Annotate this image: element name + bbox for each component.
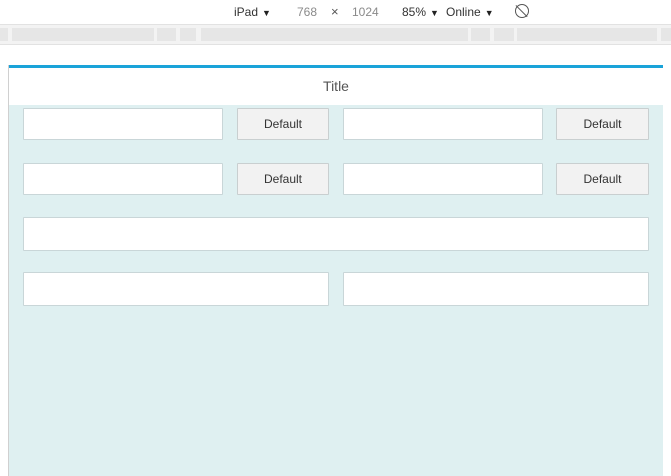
default-button-1[interactable]: Default (237, 108, 329, 140)
text-input-full[interactable] (23, 217, 649, 251)
ruler-segment[interactable] (661, 28, 671, 41)
text-input-4[interactable] (343, 163, 543, 195)
ruler-segment[interactable] (494, 28, 514, 41)
network-label: Online (446, 5, 481, 19)
text-input-1[interactable] (23, 108, 223, 140)
network-select[interactable]: Online ▼ (446, 5, 494, 19)
ruler-segment[interactable] (471, 28, 490, 41)
rotate-icon[interactable] (515, 4, 529, 18)
ruler-segment[interactable] (12, 28, 154, 41)
default-button-2[interactable]: Default (556, 108, 649, 140)
zoom-select[interactable]: 85% ▼ (402, 5, 439, 19)
dimension-separator: × (331, 4, 339, 19)
caret-down-icon: ▼ (484, 8, 494, 18)
width-input[interactable]: 768 (297, 5, 317, 19)
device-viewport: Title Default Default Default Default (8, 65, 663, 476)
media-query-ruler (0, 24, 671, 45)
ruler-segment[interactable] (157, 28, 176, 41)
ruler-segment[interactable] (180, 28, 196, 41)
device-select[interactable]: iPad ▼ (234, 5, 271, 19)
ruler-segment[interactable] (0, 28, 8, 41)
text-input-5[interactable] (23, 272, 329, 306)
device-label: iPad (234, 5, 259, 19)
page-title: Title (9, 68, 663, 105)
ruler-segment[interactable] (201, 28, 468, 41)
caret-down-icon: ▼ (262, 8, 271, 18)
device-toolbar: iPad ▼ 768 × 1024 85% ▼ Online ▼ (0, 0, 671, 24)
text-input-2[interactable] (343, 108, 543, 140)
default-button-3[interactable]: Default (237, 163, 329, 195)
text-input-3[interactable] (23, 163, 223, 195)
text-input-6[interactable] (343, 272, 649, 306)
height-input[interactable]: 1024 (352, 5, 379, 19)
default-button-4[interactable]: Default (556, 163, 649, 195)
caret-down-icon: ▼ (430, 8, 439, 18)
zoom-label: 85% (402, 5, 427, 19)
ruler-segment[interactable] (517, 28, 657, 41)
